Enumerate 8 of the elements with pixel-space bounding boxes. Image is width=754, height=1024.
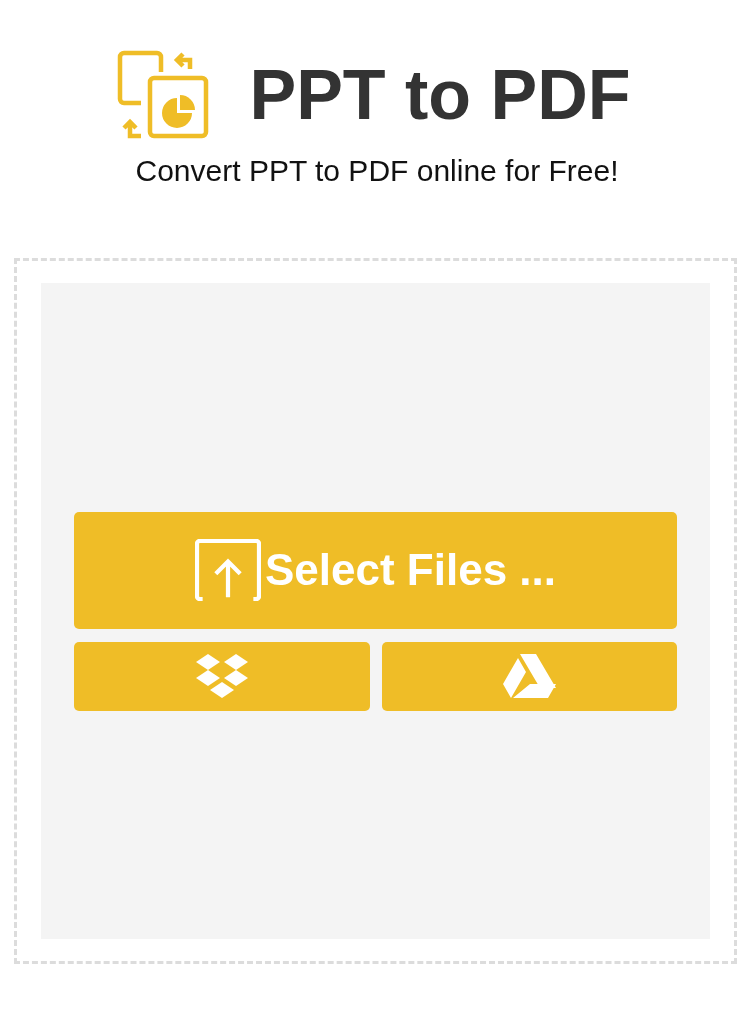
upload-icon xyxy=(195,539,261,601)
page-title: PPT to PDF xyxy=(249,60,631,130)
drive-button[interactable] xyxy=(381,641,677,711)
logo-icon xyxy=(117,50,210,140)
select-files-button[interactable]: Select Files ... xyxy=(74,511,677,629)
subtitle: Convert PPT to PDF online for Free! xyxy=(135,154,619,188)
dropbox-button[interactable] xyxy=(74,641,370,711)
drive-icon xyxy=(501,652,558,700)
